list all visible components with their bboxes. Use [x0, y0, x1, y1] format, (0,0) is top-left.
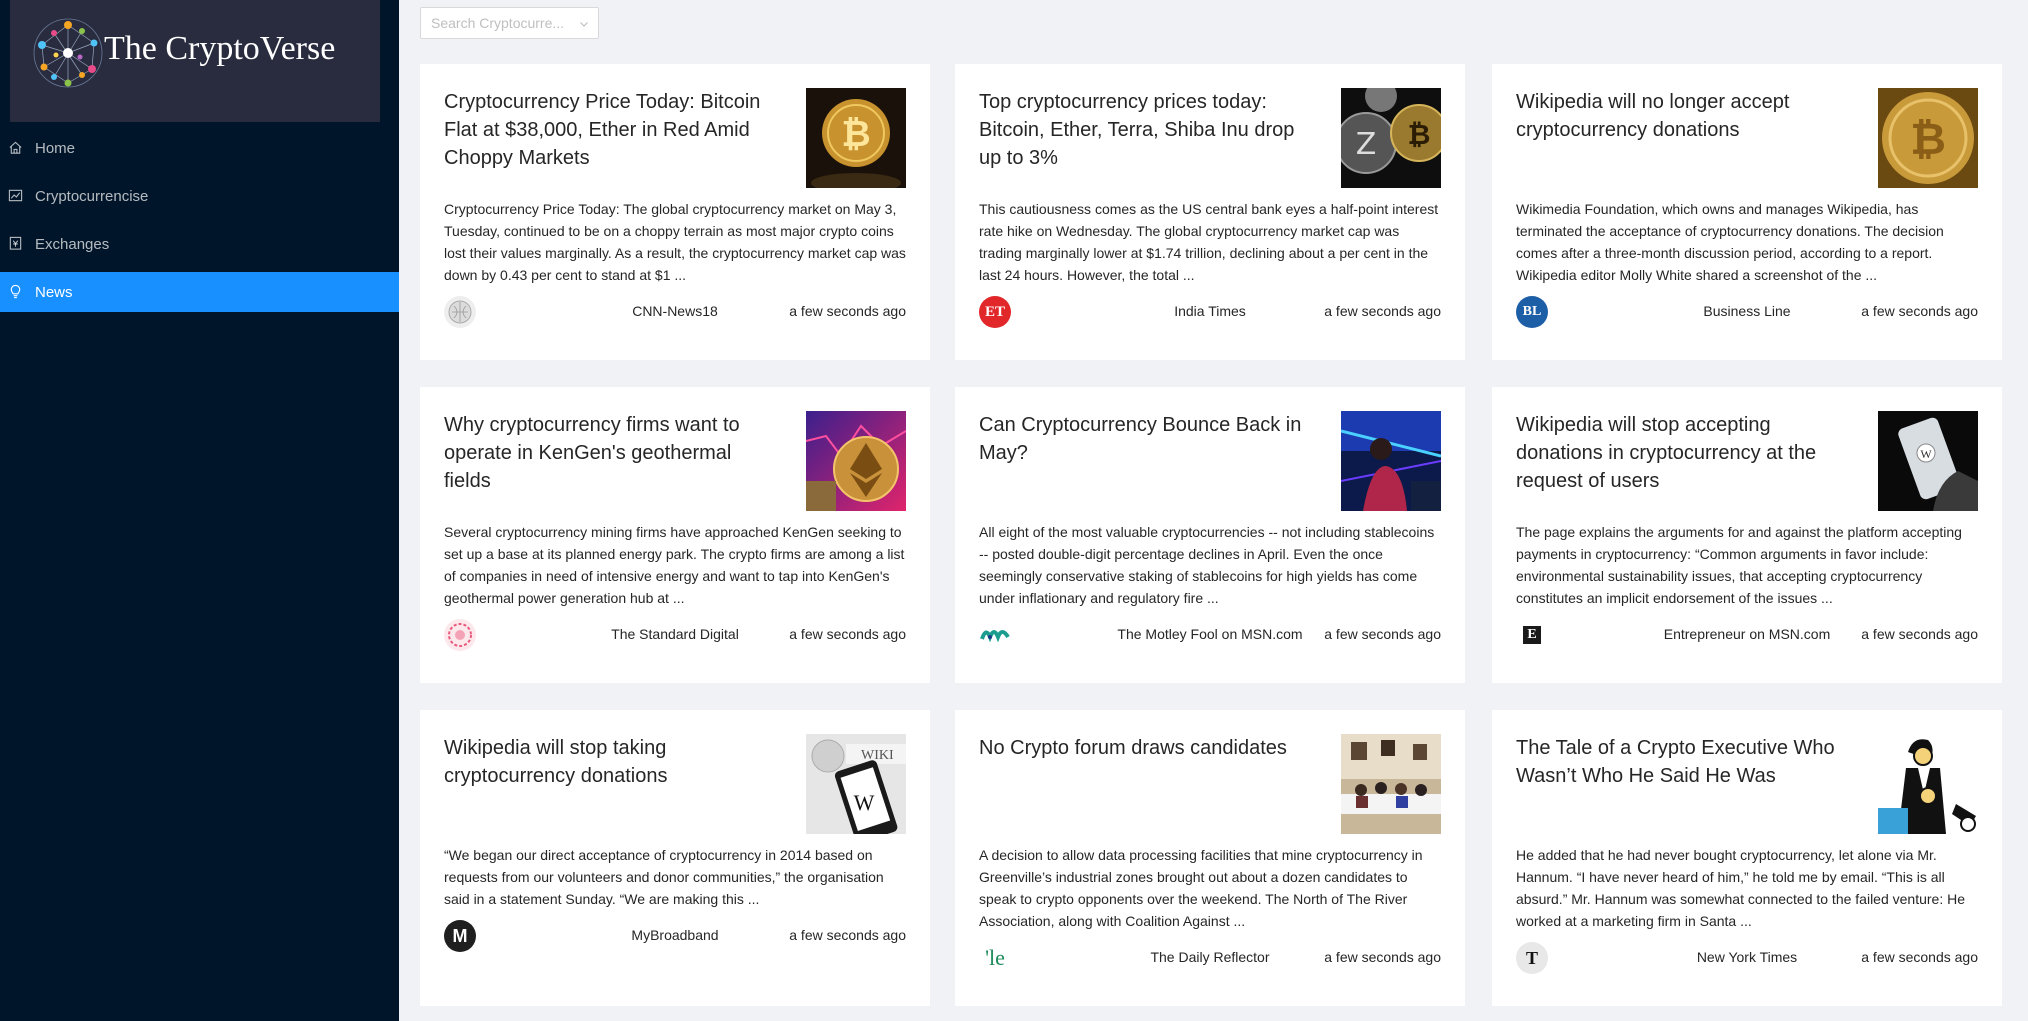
news-description: Cryptocurrency Price Today: The global c…: [444, 201, 906, 283]
svg-text:₿: ₿: [1910, 114, 1946, 165]
news-thumbnail[interactable]: WIKI W: [806, 734, 906, 834]
news-thumbnail[interactable]: ₿: [1878, 88, 1978, 188]
news-thumbnail[interactable]: [806, 411, 906, 511]
news-thumbnail[interactable]: W: [1878, 411, 1978, 511]
sidebar-item-home[interactable]: Home: [0, 128, 399, 168]
news-description: The page explains the arguments for and …: [1516, 524, 1962, 606]
news-title[interactable]: Top cryptocurrency prices today: Bitcoin…: [979, 88, 1304, 172]
news-title[interactable]: The Tale of a Crypto Executive Who Wasn’…: [1516, 734, 1841, 790]
news-title[interactable]: No Crypto forum draws candidates: [979, 734, 1304, 762]
news-thumbnail[interactable]: ₿: [806, 88, 906, 188]
news-footer: BL Business Line a few seconds ago: [1516, 295, 1978, 329]
news-footer: The Standard Digital a few seconds ago: [444, 618, 906, 652]
svg-text:₿: ₿: [1408, 118, 1431, 151]
search-select[interactable]: [420, 7, 599, 39]
news-time: a few seconds ago: [789, 303, 906, 319]
news-footer: T New York Times a few seconds ago: [1516, 941, 1978, 975]
money-collect-icon: [8, 236, 24, 252]
svg-text:WIKI: WIKI: [861, 748, 894, 763]
news-thumbnail[interactable]: [1341, 411, 1441, 511]
sidebar: The CryptoVerse Home Cryptocurrencise Ex…: [0, 0, 399, 1021]
news-footer: 'le The Daily Reflector a few seconds ag…: [979, 941, 1441, 975]
news-description: “We began our direct acceptance of crypt…: [444, 847, 884, 907]
news-card[interactable]: Can Cryptocurrency Bounce Back in May? A…: [955, 387, 1465, 683]
news-description: Several cryptocurrency mining firms have…: [444, 524, 905, 606]
news-footer: CNN-News18 a few seconds ago: [444, 295, 906, 329]
svg-text:W: W: [1920, 447, 1932, 461]
news-card[interactable]: Top cryptocurrency prices today: Bitcoin…: [955, 64, 1465, 360]
news-time: a few seconds ago: [1324, 949, 1441, 965]
news-description: A decision to allow data processing faci…: [979, 847, 1423, 929]
news-description: All eight of the most valuable cryptocur…: [979, 524, 1435, 606]
news-time: a few seconds ago: [1861, 303, 1978, 319]
news-description: This cautiousness comes as the US centra…: [979, 201, 1439, 283]
news-card[interactable]: No Crypto forum draws candidates A decis…: [955, 710, 1465, 1006]
svg-text:W: W: [854, 790, 875, 815]
news-title[interactable]: Cryptocurrency Price Today: Bitcoin Flat…: [444, 88, 769, 172]
sidebar-item-cryptocurrencies[interactable]: Cryptocurrencise: [0, 176, 399, 216]
news-title[interactable]: Wikipedia will stop accepting donations …: [1516, 411, 1841, 495]
news-thumbnail[interactable]: [1878, 734, 1978, 834]
logo-container[interactable]: The CryptoVerse: [10, 0, 380, 122]
sidebar-item-label: Home: [35, 139, 76, 157]
news-thumbnail[interactable]: [1341, 734, 1441, 834]
fund-icon: [8, 188, 24, 204]
home-icon: [8, 140, 24, 156]
sidebar-item-label: News: [35, 283, 73, 301]
sidebar-menu: Home Cryptocurrencise Exchanges News: [0, 128, 399, 320]
news-time: a few seconds ago: [789, 626, 906, 642]
news-footer: E Entrepreneur on MSN.com a few seconds …: [1516, 618, 1978, 652]
svg-text:Z: Z: [1356, 127, 1377, 162]
news-card[interactable]: Why cryptocurrency firms want to operate…: [420, 387, 930, 683]
news-footer: M MyBroadband a few seconds ago: [444, 919, 906, 953]
chevron-down-icon[interactable]: [579, 19, 589, 29]
news-time: a few seconds ago: [1861, 949, 1978, 965]
sidebar-item-label: Exchanges: [35, 235, 110, 253]
news-card[interactable]: The Tale of a Crypto Executive Who Wasn’…: [1492, 710, 2002, 1006]
news-footer: ET India Times a few seconds ago: [979, 295, 1441, 329]
news-time: a few seconds ago: [1324, 303, 1441, 319]
news-time: a few seconds ago: [1861, 626, 1978, 642]
news-time: a few seconds ago: [1324, 626, 1441, 642]
news-card[interactable]: Wikipedia will stop taking cryptocurrenc…: [420, 710, 930, 1006]
news-time: a few seconds ago: [789, 927, 906, 943]
news-card[interactable]: Cryptocurrency Price Today: Bitcoin Flat…: [420, 64, 930, 360]
sidebar-item-exchanges[interactable]: Exchanges: [0, 224, 399, 264]
network-globe-icon: [33, 18, 103, 88]
bulb-icon: [8, 284, 24, 300]
news-footer: The Motley Fool on MSN.com a few seconds…: [979, 618, 1441, 652]
news-title[interactable]: Can Cryptocurrency Bounce Back in May?: [979, 411, 1304, 467]
news-card[interactable]: Wikipedia will stop accepting donations …: [1492, 387, 2002, 683]
news-title[interactable]: Wikipedia will stop taking cryptocurrenc…: [444, 734, 769, 790]
news-card[interactable]: Wikipedia will no longer accept cryptocu…: [1492, 64, 2002, 360]
news-title[interactable]: Why cryptocurrency firms want to operate…: [444, 411, 769, 495]
sidebar-item-news[interactable]: News: [0, 272, 399, 312]
news-title[interactable]: Wikipedia will no longer accept cryptocu…: [1516, 88, 1841, 144]
news-description: Wikimedia Foundation, which owns and man…: [1516, 201, 1944, 283]
app-title[interactable]: The CryptoVerse: [104, 30, 335, 68]
svg-text:₿: ₿: [841, 114, 870, 155]
search-input[interactable]: [421, 15, 571, 31]
sidebar-item-label: Cryptocurrencise: [35, 187, 149, 205]
news-description: He added that he had never bought crypto…: [1516, 847, 1966, 929]
news-thumbnail[interactable]: Z ₿: [1341, 88, 1441, 188]
